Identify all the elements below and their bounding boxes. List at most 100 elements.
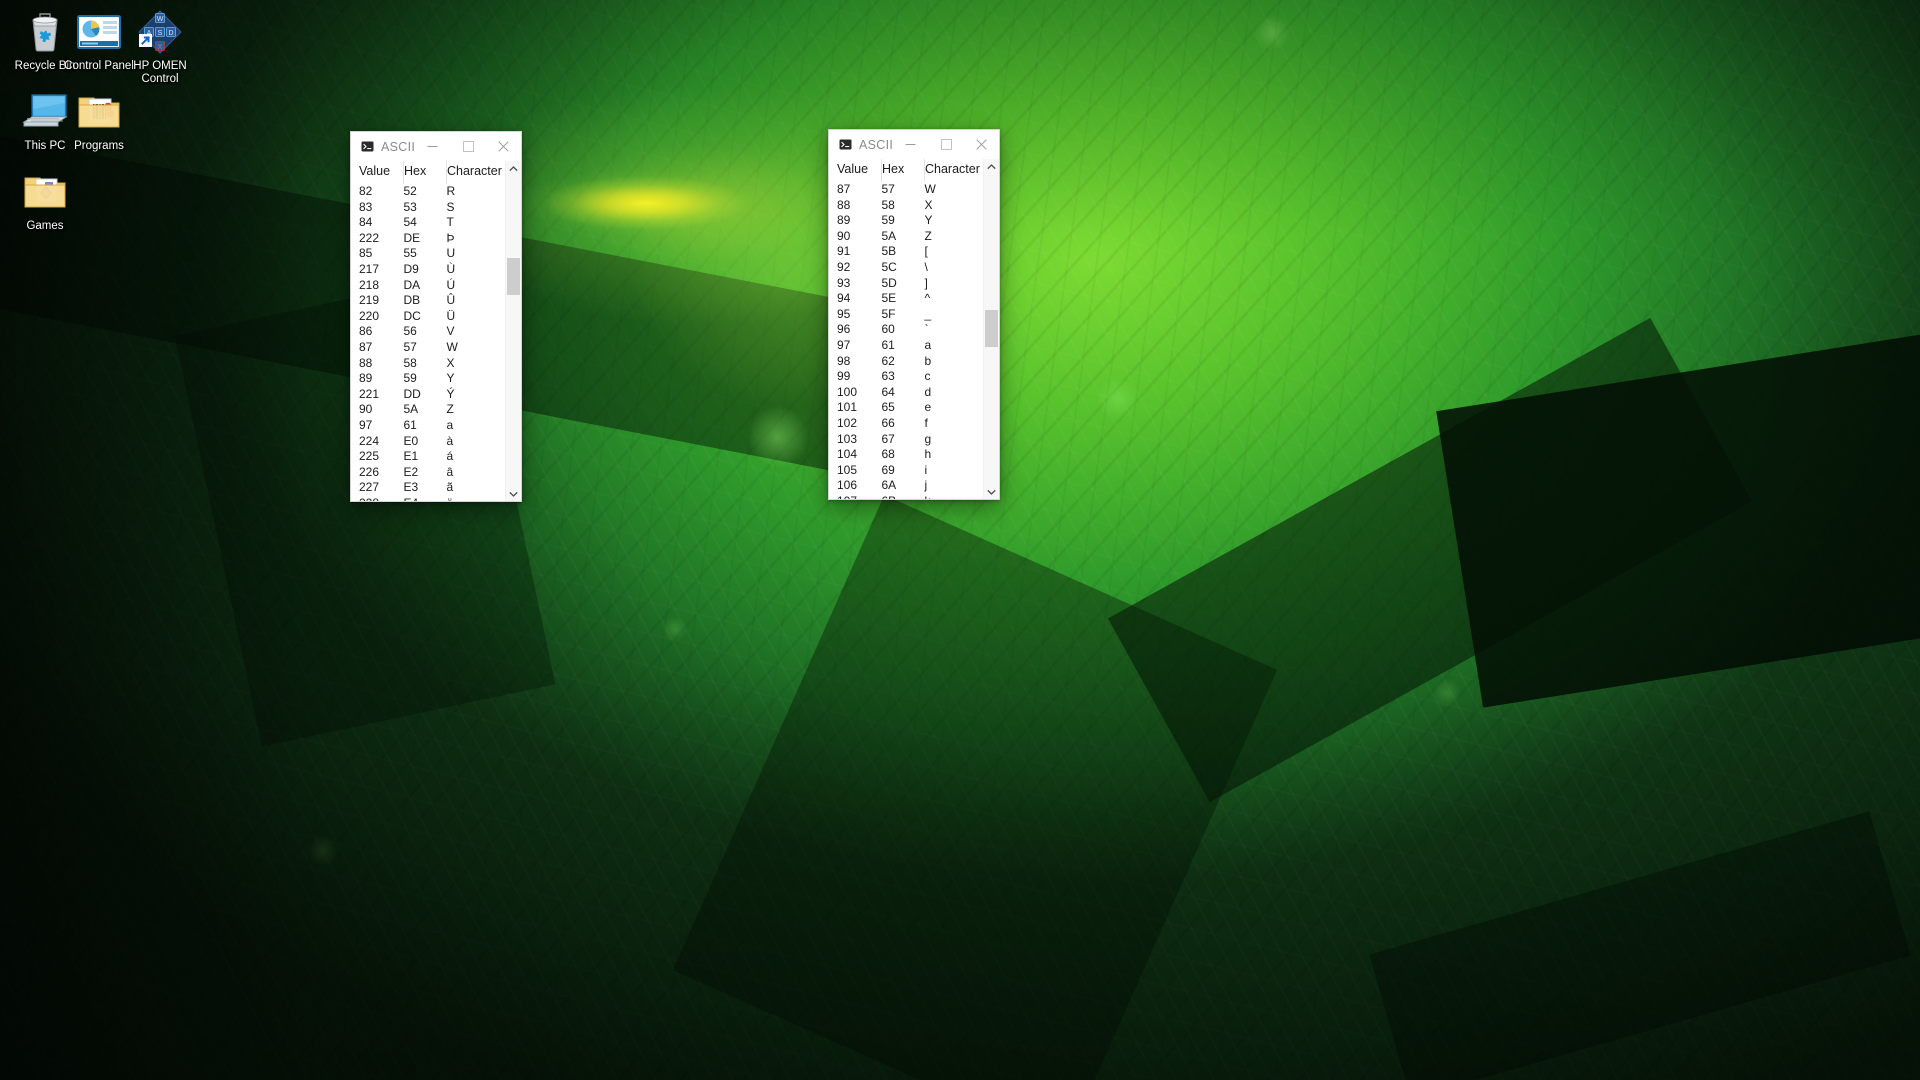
- table-row[interactable]: 85 55 U: [359, 246, 505, 262]
- table-row[interactable]: 105 69 i: [837, 463, 983, 479]
- table-row[interactable]: 106 6A j: [837, 478, 983, 494]
- chevron-down-icon[interactable]: [984, 484, 999, 499]
- window-titlebar[interactable]: ASCII: [829, 130, 999, 159]
- column-header-hex[interactable]: Hex: [403, 161, 447, 184]
- cell-hex: 52: [403, 184, 417, 198]
- column-header-value[interactable]: Value: [837, 159, 882, 182]
- desktop-icon-hp-omen-control[interactable]: W A S D X HP OMEN Control: [121, 8, 199, 85]
- table-row[interactable]: 224 E0 à: [359, 434, 505, 450]
- close-icon[interactable]: [486, 133, 521, 161]
- table-row[interactable]: 218 DA Ú: [359, 278, 505, 294]
- table-row[interactable]: 87 57 W: [359, 340, 505, 356]
- cell-value: 85: [359, 246, 373, 261]
- table-row[interactable]: 88 58 X: [837, 198, 983, 214]
- column-header-character[interactable]: Character: [925, 159, 984, 182]
- table-row[interactable]: 97 61 a: [359, 418, 505, 434]
- table-row[interactable]: 91 5B [: [837, 244, 983, 260]
- table-row[interactable]: 220 DC Ü: [359, 309, 505, 325]
- table-row[interactable]: 88 58 X: [359, 356, 505, 372]
- cell-character: Y: [446, 371, 455, 386]
- scrollbar-thumb[interactable]: [985, 310, 998, 348]
- maximize-icon[interactable]: [450, 133, 485, 161]
- table-row[interactable]: 104 68 h: [837, 447, 983, 463]
- chevron-up-icon[interactable]: [506, 161, 521, 176]
- table-row[interactable]: 89 59 Y: [359, 371, 505, 387]
- column-header-hex[interactable]: Hex: [881, 159, 925, 182]
- table-row[interactable]: 225 E1 á: [359, 449, 505, 465]
- desktop[interactable]: Recycle Bin Control Panel W A S D X HP O…: [0, 0, 1920, 1080]
- table-row[interactable]: 98 62 b: [837, 354, 983, 370]
- cell-value: 97: [837, 337, 851, 352]
- desktop-icon-label: Games: [26, 220, 64, 232]
- cell-character: Y: [924, 213, 933, 228]
- cell-character: W: [924, 182, 936, 196]
- table-row[interactable]: 97 61 a: [837, 338, 983, 354]
- column-header-character[interactable]: Character: [447, 161, 506, 184]
- chevron-up-icon[interactable]: [984, 159, 999, 174]
- window-ascii-1[interactable]: ASCII Value Hex Character 82 52 R 83 53 S 84 54 T 222…: [350, 131, 522, 502]
- table-row[interactable]: 227 E3 ã: [359, 480, 505, 496]
- cell-value: 98: [837, 353, 851, 368]
- cell-hex: 69: [881, 462, 895, 477]
- table-row[interactable]: 102 66 f: [837, 416, 983, 432]
- scrollbar-thumb[interactable]: [507, 257, 520, 295]
- table-row[interactable]: 100 64 d: [837, 385, 983, 401]
- vertical-scrollbar[interactable]: [983, 159, 999, 499]
- window-titlebar[interactable]: ASCII: [351, 132, 521, 161]
- table-row[interactable]: 226 E2 â: [359, 465, 505, 481]
- table-row[interactable]: 90 5A Z: [837, 229, 983, 245]
- table-row[interactable]: 94 5E ^: [837, 291, 983, 307]
- cell-hex: DE: [403, 230, 421, 245]
- chevron-down-icon[interactable]: [506, 486, 521, 501]
- table-row[interactable]: 1076Bk: [837, 494, 983, 499]
- table-row[interactable]: 222 DE Þ: [359, 231, 505, 247]
- terminal-icon: [361, 139, 374, 155]
- table-row[interactable]: 84 54 T: [359, 215, 505, 231]
- table-row[interactable]: 86 56 V: [359, 324, 505, 340]
- folder-programs-icon: [60, 88, 138, 136]
- cell-hex: 61: [403, 417, 417, 432]
- column-header-value[interactable]: Value: [359, 161, 404, 184]
- table-row[interactable]: 89 59 Y: [837, 213, 983, 229]
- cell-character: a: [446, 417, 454, 432]
- cell-value: 86: [359, 324, 373, 339]
- table-row[interactable]: 92 5C \: [837, 260, 983, 276]
- table-row[interactable]: 217 D9 Ù: [359, 262, 505, 278]
- cell-hex: 62: [881, 353, 895, 368]
- cell-character: Ù: [446, 261, 456, 276]
- desktop-icon-programs[interactable]: Programs: [60, 88, 138, 153]
- minimize-icon[interactable]: [893, 131, 928, 159]
- minimize-icon[interactable]: [415, 133, 450, 161]
- cell-hex: DD: [403, 386, 421, 401]
- maximize-icon[interactable]: [928, 131, 963, 159]
- cell-value: 90: [837, 228, 851, 243]
- cell-character: ]: [924, 275, 928, 290]
- cell-hex: DB: [403, 293, 421, 308]
- close-icon[interactable]: [964, 131, 999, 159]
- svg-text:W: W: [157, 16, 164, 23]
- table-row[interactable]: 82 52 R: [359, 184, 505, 200]
- cell-value: 225: [359, 449, 380, 464]
- table-row[interactable]: 221 DD Ý: [359, 387, 505, 403]
- table-row[interactable]: 103 67 g: [837, 432, 983, 448]
- table-row[interactable]: 96 60 `: [837, 322, 983, 338]
- table-row[interactable]: 219 DB Û: [359, 293, 505, 309]
- cell-hex: 63: [881, 369, 895, 384]
- table-row[interactable]: 93 5D]: [837, 276, 983, 292]
- table-row[interactable]: 95 5F _: [837, 307, 983, 323]
- table-row[interactable]: 87 57 W: [837, 182, 983, 198]
- table-row[interactable]: 83 53 S: [359, 200, 505, 216]
- table-row[interactable]: 228E4ä: [359, 496, 505, 501]
- cell-character: Û: [446, 293, 456, 308]
- desktop-icon-games[interactable]: Games: [6, 168, 84, 233]
- table-row[interactable]: 90 5A Z: [359, 402, 505, 418]
- cell-value: 89: [837, 213, 851, 228]
- window-ascii-2[interactable]: ASCII Value Hex Character 87 57 W 88 58 X 89 59 Y 90 5…: [828, 129, 1000, 500]
- vertical-scrollbar[interactable]: [505, 161, 521, 501]
- cell-value: 219: [359, 293, 380, 308]
- cell-value: 226: [359, 464, 380, 479]
- table-row[interactable]: 101 65 e: [837, 400, 983, 416]
- cell-value: 82: [359, 184, 373, 198]
- table-row[interactable]: 99 63 c: [837, 369, 983, 385]
- cell-value: 94: [837, 291, 851, 306]
